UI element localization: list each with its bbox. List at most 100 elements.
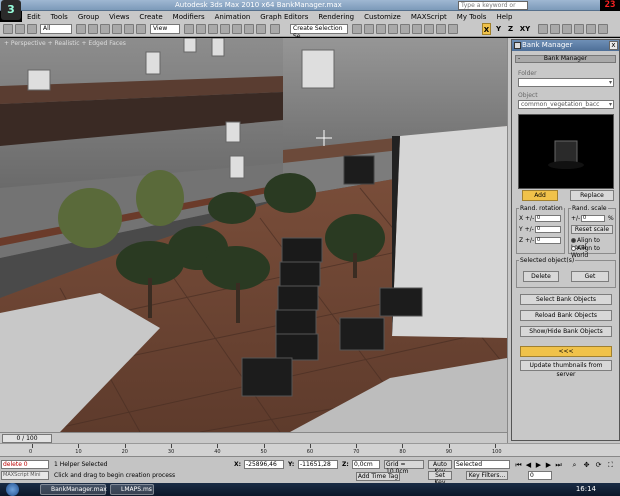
layer-manager-icon[interactable] bbox=[364, 24, 374, 34]
viewport-label[interactable]: + Perspective + Realistic + Edged Faces bbox=[4, 40, 126, 47]
menu-create[interactable]: Create bbox=[134, 13, 167, 21]
perspective-viewport[interactable]: + Perspective + Realistic + Edged Faces bbox=[0, 38, 507, 432]
orbit-icon[interactable]: ⟳ bbox=[594, 461, 603, 470]
move-icon[interactable] bbox=[124, 24, 134, 34]
material-editor-icon[interactable] bbox=[412, 24, 422, 34]
show-hide-bank-objects-button[interactable]: Show/Hide Bank Objects bbox=[520, 326, 612, 337]
pivot-icon[interactable] bbox=[184, 24, 194, 34]
x-coord-field[interactable]: -25896,46 bbox=[244, 460, 284, 469]
mirror-icon[interactable] bbox=[270, 24, 280, 34]
align-world-option[interactable]: Align to World bbox=[571, 245, 615, 259]
bank-manager-titlebar[interactable]: Bank Manager x bbox=[512, 40, 619, 51]
start-button-icon[interactable] bbox=[6, 483, 19, 496]
add-button[interactable]: Add bbox=[522, 190, 558, 201]
select-manipulate-icon[interactable] bbox=[196, 24, 206, 34]
key-mode-dropdown[interactable]: Selected bbox=[454, 460, 510, 469]
current-frame-field[interactable]: 0 bbox=[528, 471, 552, 480]
menu-animation[interactable]: Animation bbox=[210, 13, 256, 21]
rendered-frame-icon[interactable] bbox=[436, 24, 446, 34]
update-thumbnails-button[interactable]: Update thumbnails from server bbox=[520, 360, 612, 378]
menu-rendering[interactable]: Rendering bbox=[313, 13, 359, 21]
next-frame-icon[interactable]: ▶ bbox=[544, 461, 553, 470]
rot-y-spinner[interactable]: 0 bbox=[535, 226, 561, 233]
menu-views[interactable]: Views bbox=[104, 13, 134, 21]
play-icon[interactable]: ▶ bbox=[534, 461, 543, 470]
render-icon[interactable] bbox=[448, 24, 458, 34]
utilities-icon[interactable] bbox=[598, 24, 608, 34]
bank-manager-rollout[interactable]: - Bank Manager bbox=[515, 55, 616, 63]
reset-scale-button[interactable]: Reset scale bbox=[571, 225, 613, 234]
rollout-toggle-icon[interactable]: - bbox=[518, 56, 520, 62]
snap-toggle-icon[interactable] bbox=[208, 24, 218, 34]
percent-snap-icon[interactable] bbox=[232, 24, 242, 34]
get-button[interactable]: Get bbox=[571, 271, 609, 282]
rotate-icon[interactable] bbox=[136, 24, 146, 34]
spinner-snap-icon[interactable] bbox=[244, 24, 254, 34]
align-icon[interactable] bbox=[352, 24, 362, 34]
angle-snap-icon[interactable] bbox=[220, 24, 230, 34]
axis-y-button[interactable]: Y bbox=[494, 23, 503, 35]
select-bank-objects-button[interactable]: Select Bank Objects bbox=[520, 294, 612, 305]
taskbar-item-lmaps[interactable]: LMAPS.ms bbox=[110, 484, 154, 495]
maximize-viewport-icon[interactable]: ⛶ bbox=[606, 461, 615, 470]
render-setup-icon[interactable] bbox=[424, 24, 434, 34]
folder-dropdown[interactable]: ▾ bbox=[518, 78, 614, 87]
go-to-end-icon[interactable]: ⏭ bbox=[554, 461, 563, 470]
previous-frame-icon[interactable]: ◀ bbox=[524, 461, 533, 470]
rot-z-spinner[interactable]: 0 bbox=[535, 237, 561, 244]
redo-icon[interactable] bbox=[15, 24, 25, 34]
taskbar-item-bankmanager[interactable]: BankManager.max bbox=[40, 484, 107, 495]
z-coord-field[interactable]: 0,0cm bbox=[352, 460, 380, 469]
axis-z-button[interactable]: Z bbox=[506, 23, 515, 35]
replace-button[interactable]: Replace bbox=[570, 190, 614, 201]
link-icon[interactable] bbox=[27, 24, 37, 34]
menu-tools[interactable]: Tools bbox=[46, 13, 73, 21]
ref-coord-dropdown[interactable]: View bbox=[150, 24, 180, 34]
display-icon[interactable] bbox=[586, 24, 596, 34]
set-key-button[interactable]: Set Key bbox=[428, 471, 452, 486]
isolate-icon[interactable] bbox=[562, 24, 572, 34]
track-bar[interactable]: 0 10 20 30 40 50 60 70 80 90 100 bbox=[0, 443, 620, 456]
key-filters-button[interactable]: Key Filters... bbox=[466, 471, 508, 480]
time-slider-thumb[interactable]: 0 / 100 bbox=[2, 434, 52, 443]
selection-filter-dropdown[interactable]: All bbox=[40, 24, 72, 34]
undo-icon[interactable] bbox=[3, 24, 13, 34]
menu-edit[interactable]: Edit bbox=[22, 13, 46, 21]
listener-field[interactable]: delete 0 bbox=[1, 460, 49, 469]
go-to-start-icon[interactable]: ⏮ bbox=[514, 461, 523, 470]
maxscript-mini-listener[interactable]: MAXScript Mini bbox=[1, 471, 49, 480]
window-crossing-icon[interactable] bbox=[112, 24, 122, 34]
edit-named-selection-icon[interactable] bbox=[256, 24, 266, 34]
scale-spinner[interactable]: 0 bbox=[581, 215, 605, 222]
menu-graph-editors[interactable]: Graph Editors bbox=[255, 13, 313, 21]
named-selection-dropdown[interactable]: Create Selection Se bbox=[290, 24, 348, 40]
search-input[interactable]: Type a keyword or phrase bbox=[458, 1, 528, 16]
axis-constraint-icon[interactable] bbox=[538, 24, 548, 34]
pan-icon[interactable]: ✥ bbox=[582, 461, 591, 470]
axis-xy-button[interactable]: XY bbox=[518, 23, 532, 35]
schematic-view-icon[interactable] bbox=[400, 24, 410, 34]
close-button[interactable]: x bbox=[609, 41, 618, 50]
curve-editor-icon[interactable] bbox=[388, 24, 398, 34]
collapse-button[interactable]: <<< bbox=[520, 346, 612, 357]
menu-help[interactable]: Help bbox=[491, 13, 517, 21]
snap-options-icon[interactable] bbox=[550, 24, 560, 34]
menu-group[interactable]: Group bbox=[73, 13, 104, 21]
time-slider[interactable]: 0 / 100 bbox=[0, 432, 507, 443]
zoom-icon[interactable]: ⌕ bbox=[570, 461, 579, 470]
auto-key-button[interactable]: Auto Key bbox=[428, 460, 452, 475]
y-coord-field[interactable]: -11651,28 bbox=[298, 460, 338, 469]
menu-customize[interactable]: Customize bbox=[359, 13, 406, 21]
select-object-icon[interactable] bbox=[76, 24, 86, 34]
axis-x-button[interactable]: X bbox=[482, 23, 491, 35]
region-select-icon[interactable] bbox=[100, 24, 110, 34]
transform-gizmo-icon[interactable] bbox=[574, 24, 584, 34]
menu-maxscript[interactable]: MAXScript bbox=[406, 13, 452, 21]
graphite-icon[interactable] bbox=[376, 24, 386, 34]
object-dropdown[interactable]: common_vegetation_bacc ▾ bbox=[518, 100, 614, 109]
select-by-name-icon[interactable] bbox=[88, 24, 98, 34]
menu-modifiers[interactable]: Modifiers bbox=[168, 13, 210, 21]
add-time-tag-button[interactable]: Add Time Tag bbox=[356, 472, 400, 481]
reload-bank-objects-button[interactable]: Reload Bank Objects bbox=[520, 310, 612, 321]
menu-my-tools[interactable]: My Tools bbox=[452, 13, 492, 21]
